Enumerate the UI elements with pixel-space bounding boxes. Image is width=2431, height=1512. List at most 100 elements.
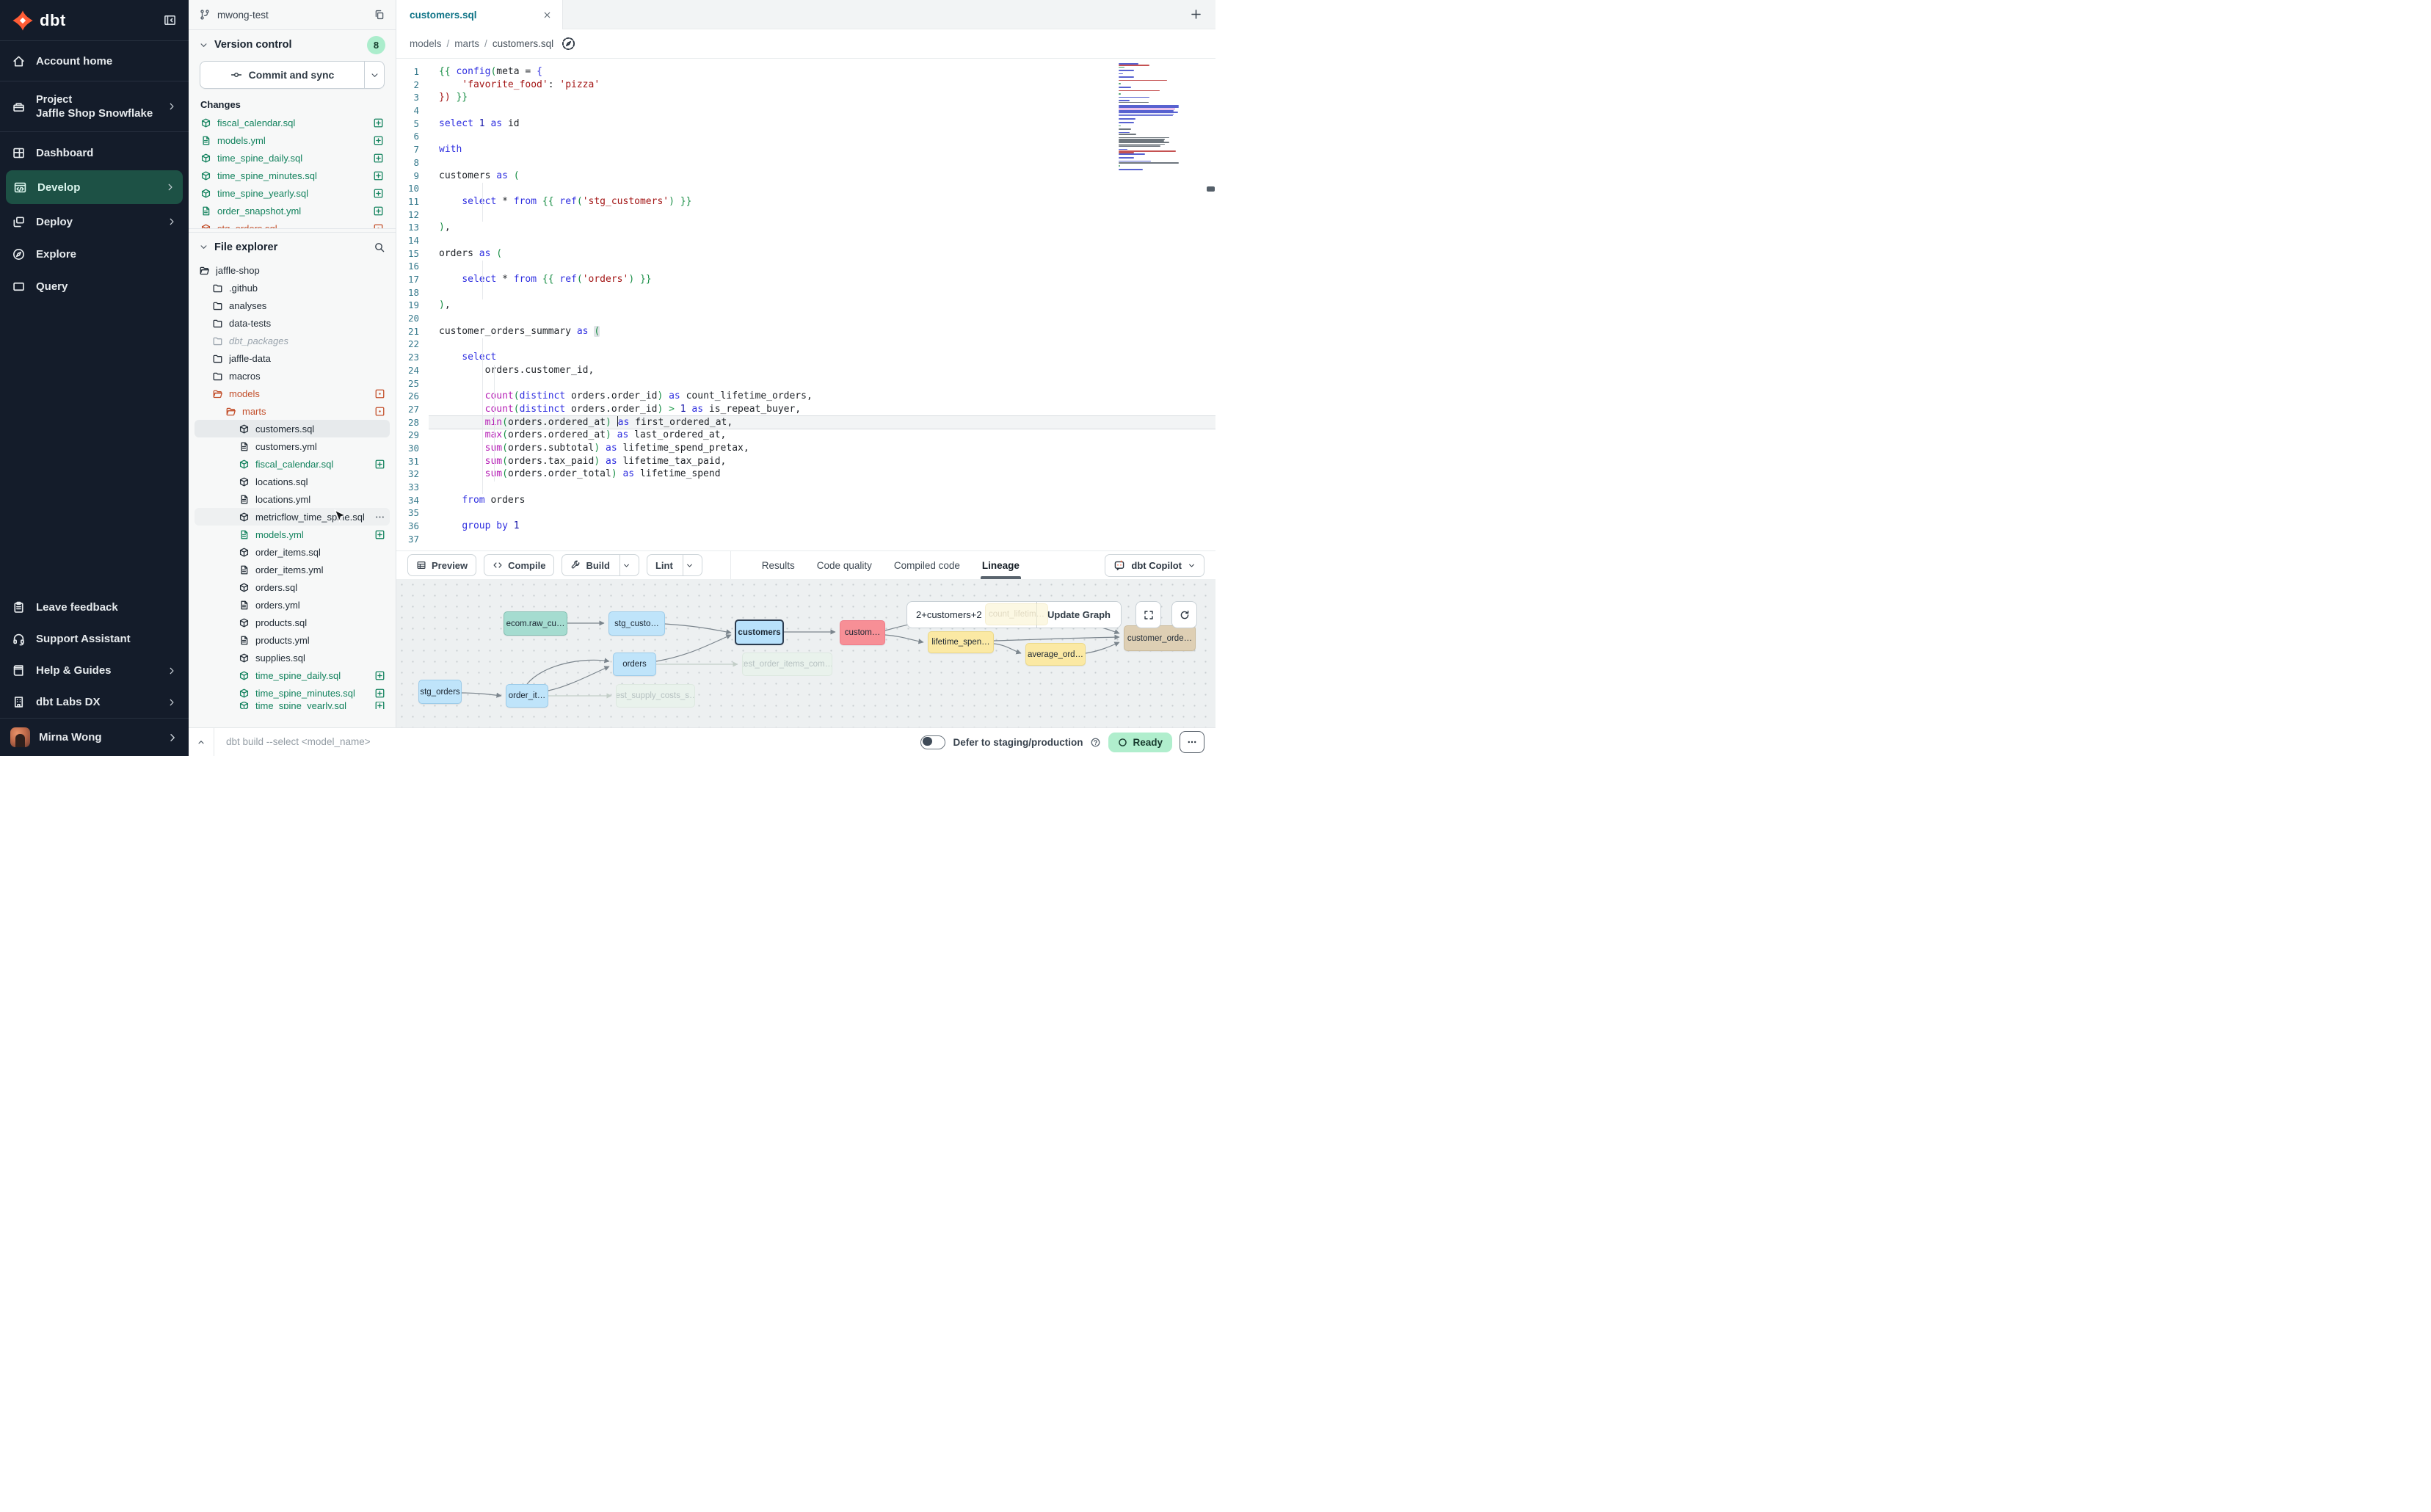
modified-icon[interactable]: [373, 223, 384, 230]
changed-file-order-snapshot-yml[interactable]: order_snapshot.yml: [189, 202, 396, 219]
changed-file-stg-orders-sql[interactable]: stg_orders.sql: [189, 219, 396, 229]
file-explorer-header[interactable]: File explorer: [189, 232, 396, 261]
tree-item-models-yml[interactable]: models.yml: [189, 526, 396, 543]
lineage-selector-input[interactable]: [907, 609, 1036, 620]
update-graph-button[interactable]: Update Graph: [1036, 602, 1121, 628]
sidebar-item-user[interactable]: Mirna Wong: [0, 718, 189, 756]
tree-item-locations-sql[interactable]: locations.sql: [189, 473, 396, 490]
copy-icon[interactable]: [374, 9, 385, 21]
tree-item-macros[interactable]: macros: [189, 367, 396, 385]
tree-item-time-spine-minutes-sql[interactable]: time_spine_minutes.sql: [189, 684, 396, 702]
help-icon[interactable]: [1090, 737, 1101, 748]
tree-item-order-items-yml[interactable]: order_items.yml: [189, 561, 396, 578]
code-line-32[interactable]: sum(orders.order_total) as lifetime_spen…: [429, 468, 1216, 481]
tree-item-models[interactable]: models: [189, 385, 396, 402]
sidebar-item-develop[interactable]: Develop: [6, 170, 183, 204]
stage-add-icon[interactable]: [373, 153, 384, 164]
tree-item-metricflow-time-spine-sql[interactable]: metricflow_time_spine.sql: [195, 508, 390, 526]
fullscreen-button[interactable]: [1135, 601, 1161, 628]
tree-item-orders-sql[interactable]: orders.sql: [189, 578, 396, 596]
stage-add-icon[interactable]: [374, 459, 385, 470]
tree-item-dbt-packages[interactable]: dbt_packages: [189, 332, 396, 349]
code-line-21[interactable]: customer_orders_summary as (: [429, 325, 1216, 338]
tab-results[interactable]: Results: [762, 551, 795, 579]
code-line-6[interactable]: [429, 130, 1216, 143]
code-line-12[interactable]: [429, 208, 1216, 222]
kebab-menu-icon[interactable]: [374, 512, 385, 523]
tree-item-fiscal-calendar-sql[interactable]: fiscal_calendar.sql: [189, 455, 396, 473]
code-line-24[interactable]: orders.customer_id,: [429, 364, 1216, 377]
lineage-node-customers-test[interactable]: custom…: [840, 620, 885, 645]
code-line-23[interactable]: select: [429, 351, 1216, 364]
code-editor[interactable]: 1234567891011121314151617181920212223242…: [396, 59, 1216, 550]
lineage-node-average-order[interactable]: average_ord…: [1025, 643, 1086, 666]
status-badge[interactable]: Ready: [1108, 733, 1172, 752]
lint-options-chevron-icon[interactable]: [686, 561, 694, 570]
code-line-35[interactable]: [429, 506, 1216, 520]
stage-add-icon[interactable]: [374, 670, 385, 681]
tree-item-orders-yml[interactable]: orders.yml: [189, 596, 396, 614]
refresh-graph-button[interactable]: [1171, 601, 1197, 628]
changed-file-time-spine-minutes-sql[interactable]: time_spine_minutes.sql: [189, 167, 396, 184]
compile-button[interactable]: Compile: [484, 554, 554, 576]
lineage-node-customers[interactable]: customers: [735, 619, 784, 645]
lineage-node-ecom-raw-customers[interactable]: ecom.raw_cu…: [504, 611, 567, 636]
lineage-node-customer-orders[interactable]: customer_orde…: [1124, 625, 1196, 651]
tree-item-order-items-sql[interactable]: order_items.sql: [189, 543, 396, 561]
dbt-command-input[interactable]: [226, 736, 913, 748]
code-line-29[interactable]: max(orders.ordered_at) as last_ordered_a…: [429, 429, 1216, 442]
close-icon[interactable]: [542, 10, 552, 20]
changed-file-models-yml[interactable]: models.yml: [189, 131, 396, 149]
commit-options-chevron-icon[interactable]: [364, 62, 384, 88]
code-line-5[interactable]: select 1 as id: [429, 117, 1216, 131]
lineage-node-lifetime-spend[interactable]: lifetime_spen…: [928, 631, 994, 653]
lint-button[interactable]: Lint: [647, 554, 702, 576]
code-line-25[interactable]: [429, 377, 1216, 390]
code-line-33[interactable]: [429, 481, 1216, 494]
code-line-10[interactable]: [429, 182, 1216, 195]
code-line-14[interactable]: [429, 234, 1216, 247]
code-line-20[interactable]: [429, 312, 1216, 325]
stage-add-icon[interactable]: [373, 188, 384, 199]
stage-add-icon[interactable]: [373, 117, 384, 128]
tab-customers-sql[interactable]: customers.sql: [396, 0, 563, 29]
code-line-4[interactable]: [429, 104, 1216, 117]
editor-minimap[interactable]: [1119, 63, 1185, 170]
lineage-node-stg-orders[interactable]: stg_orders: [418, 680, 462, 704]
sidebar-item-explore[interactable]: Explore: [0, 238, 189, 270]
code-line-28[interactable]: min(orders.ordered_at) as first_ordered_…: [429, 416, 1216, 429]
editor-scrollbar[interactable]: [1207, 186, 1215, 192]
code-line-11[interactable]: select * from {{ ref('stg_customers') }}: [429, 195, 1216, 208]
more-options-button[interactable]: [1180, 731, 1204, 753]
tree-item-products-sql[interactable]: products.sql: [189, 614, 396, 631]
sidebar-item-dashboard[interactable]: Dashboard: [0, 137, 189, 169]
tree-item-marts[interactable]: marts: [189, 402, 396, 420]
code-line-22[interactable]: [429, 338, 1216, 351]
code-line-30[interactable]: sum(orders.subtotal) as lifetime_spend_p…: [429, 442, 1216, 455]
code-line-31[interactable]: sum(orders.tax_paid) as lifetime_tax_pai…: [429, 455, 1216, 468]
code-line-36[interactable]: group by 1: [429, 520, 1216, 533]
sidebar-item-query[interactable]: Query: [0, 270, 189, 302]
stage-add-icon[interactable]: [374, 688, 385, 699]
sidebar-item-deploy[interactable]: Deploy: [0, 206, 189, 238]
breadcrumb-segment[interactable]: customers.sql: [493, 38, 553, 49]
changed-file-time-spine-yearly-sql[interactable]: time_spine_yearly.sql: [189, 184, 396, 202]
tree-item-data-tests[interactable]: data-tests: [189, 314, 396, 332]
commit-and-sync-button[interactable]: Commit and sync: [200, 61, 385, 89]
stage-add-icon[interactable]: [374, 702, 385, 709]
version-control-header[interactable]: Version control 8: [189, 30, 396, 59]
dbt-copilot-button[interactable]: dbt Copilot: [1105, 554, 1204, 577]
tree-item-time-spine-yearly-sql[interactable]: time_spine_yearly.sql: [189, 702, 396, 709]
tab-lineage[interactable]: Lineage: [982, 551, 1020, 579]
code-line-26[interactable]: count(distinct orders.order_id) as count…: [429, 390, 1216, 403]
sidebar-item-leave-feedback[interactable]: Leave feedback: [0, 592, 189, 623]
sidebar-item-account-home[interactable]: Account home: [0, 41, 189, 81]
code-line-27[interactable]: count(distinct orders.order_id) > 1 as i…: [429, 403, 1216, 416]
lineage-node-stg-customers[interactable]: stg_custo…: [608, 611, 665, 636]
tree-item-products-yml[interactable]: products.yml: [189, 631, 396, 649]
sidebar-item-support-assistant[interactable]: Support Assistant: [0, 623, 189, 655]
code-line-13[interactable]: ),: [429, 221, 1216, 234]
code-line-18[interactable]: [429, 286, 1216, 299]
code-line-37[interactable]: [429, 533, 1216, 546]
stage-add-icon[interactable]: [373, 170, 384, 181]
